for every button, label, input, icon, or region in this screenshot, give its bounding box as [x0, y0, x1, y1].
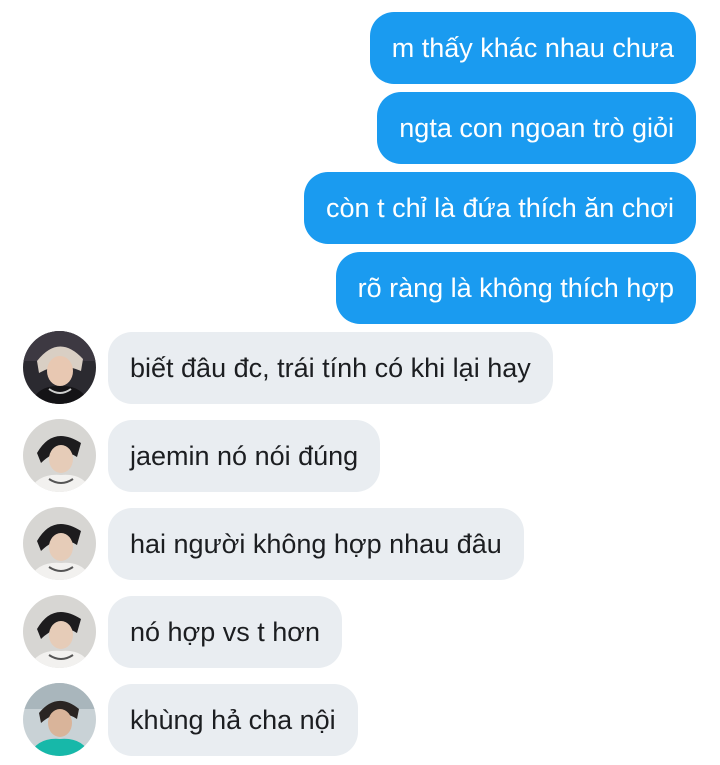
sent-message-bubble[interactable]: rõ ràng là không thích hợp: [335, 252, 696, 324]
avatar-photo-icon: [23, 683, 96, 756]
received-message-bubble[interactable]: biết đâu đc, trái tính có khi lại hay: [108, 332, 553, 404]
received-message-bubble[interactable]: hai người không hợp nhau đâu: [108, 508, 524, 580]
user-avatar[interactable]: [23, 419, 96, 492]
received-message-bubble[interactable]: khùng hả cha nội: [108, 684, 358, 756]
user-avatar[interactable]: [23, 331, 96, 404]
sent-message-bubble[interactable]: còn t chỉ là đứa thích ăn chơi: [304, 172, 696, 244]
avatar-photo-icon: [23, 595, 96, 668]
user-avatar[interactable]: [23, 507, 96, 580]
user-avatar[interactable]: [23, 595, 96, 668]
avatar-photo-icon: [23, 419, 96, 492]
avatar-photo-icon: [23, 507, 96, 580]
received-message-bubble[interactable]: nó hợp vs t hơn: [108, 596, 343, 668]
user-avatar[interactable]: [23, 683, 96, 756]
received-message-bubble[interactable]: jaemin nó nói đúng: [108, 420, 381, 492]
avatar-photo-icon: [23, 331, 96, 404]
sent-message-bubble[interactable]: ngta con ngoan trò giỏi: [377, 92, 696, 164]
sent-message-bubble[interactable]: m thấy khác nhau chưa: [369, 12, 696, 84]
